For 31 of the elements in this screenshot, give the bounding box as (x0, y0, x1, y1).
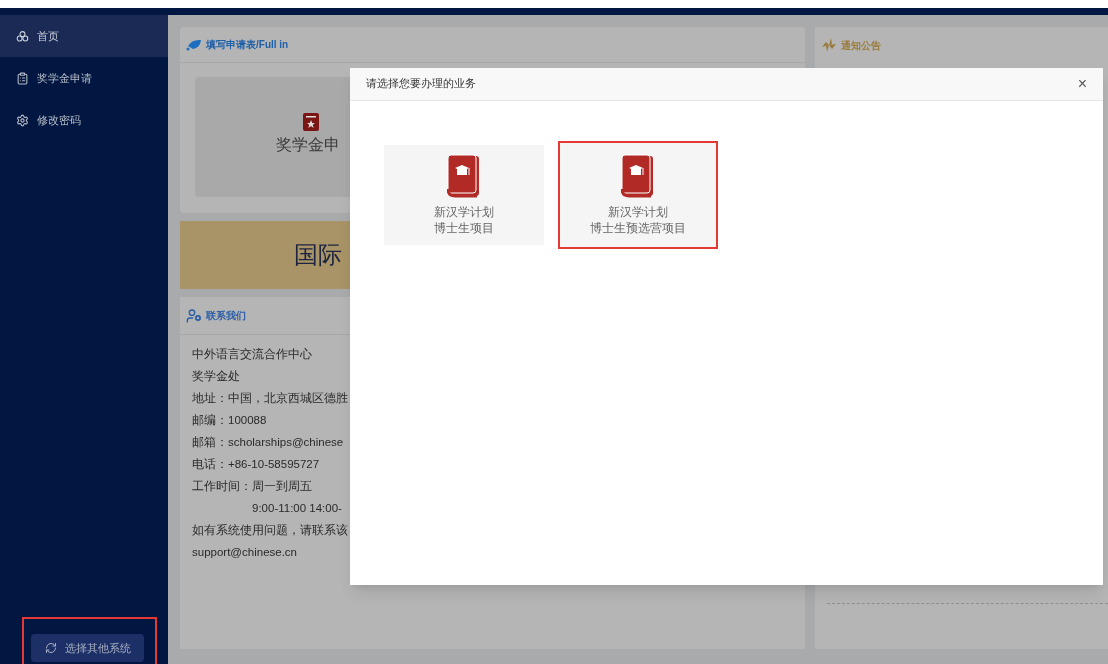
contact-line: 电话：+86-10-58595727 (192, 457, 321, 472)
tile-label: 奖学金申 (276, 135, 341, 155)
sidebar-item[interactable]: 奖学金申请 (0, 57, 168, 99)
card-title: 通知公告 (841, 38, 881, 53)
contact-line: 工作时间：周一到周五 (192, 479, 313, 494)
contact-line: support@chinese.cn (192, 545, 298, 560)
award-icon (303, 113, 319, 131)
clipboard-icon (16, 71, 29, 85)
contact-line: 邮箱：scholarships@chinese (192, 435, 345, 450)
graduation-book-icon (447, 154, 481, 198)
card-title: 联系我们 (206, 309, 246, 323)
contact-line: 如有系统使用问题，请联系该 (192, 523, 349, 538)
contact-line: 9:00-11:00 14:00- (251, 501, 343, 516)
program-option[interactable]: 新汉学计划 博士生项目 (384, 145, 544, 245)
card-title: 填写申请表/Full in (206, 38, 289, 52)
user-settings-icon (186, 307, 202, 324)
contact-line: 中外语言交流合作中心 (192, 347, 313, 362)
contact-line: 地址：中国，北京西城区德胜 (192, 391, 349, 406)
program-option[interactable]: 新汉学计划 博士生预选营项目 (558, 141, 718, 249)
settings-icon (16, 113, 29, 127)
home-icon (16, 29, 29, 43)
contact-line: 邮编：100088 (192, 413, 268, 428)
sidebar-item[interactable]: 修改密码 (0, 99, 168, 141)
contact-line: 奖学金处 (192, 369, 241, 384)
dialog-title: 请选择您要办理的业务 (366, 76, 476, 92)
banner-text: 国际 (294, 240, 342, 270)
sidebar-item[interactable]: 首页 (0, 15, 168, 57)
switch-system-button[interactable]: 选择其他系统 (31, 634, 144, 662)
refresh-icon (44, 642, 57, 654)
graduation-book-icon (621, 154, 655, 198)
close-button[interactable]: × (1077, 76, 1087, 92)
